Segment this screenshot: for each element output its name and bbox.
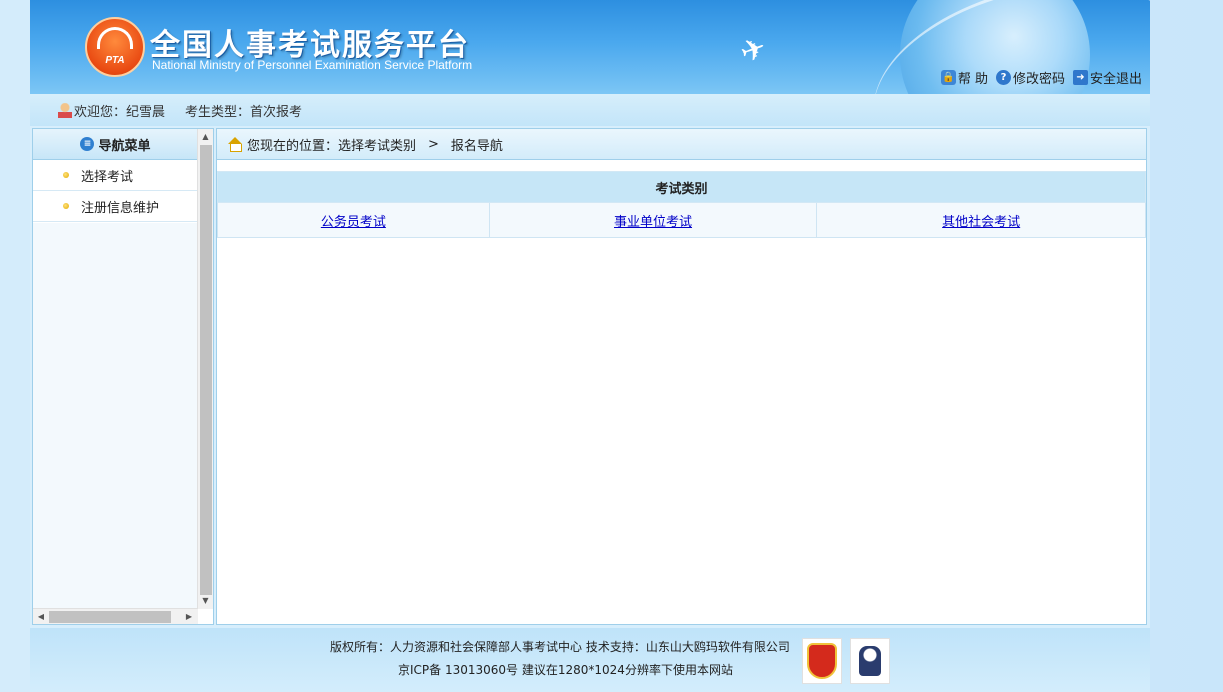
bullet-icon — [63, 172, 69, 178]
help-icon: ? — [995, 70, 1011, 85]
breadcrumb-current: 报名导航 — [450, 138, 503, 154]
scroll-thumb[interactable] — [200, 145, 212, 595]
scroll-thumb-horizontal[interactable] — [49, 611, 171, 623]
exam-category-table: 考试类别 公务员考试 事业单位考试 其他社会考试 — [217, 171, 1146, 238]
police-badge-icon[interactable] — [850, 638, 890, 684]
user-bar: 欢迎您：纪雪晨 考生类型：首次报考 — [30, 94, 1150, 126]
candidate-type: 考生类型：首次报考 — [185, 104, 303, 120]
sidebar-empty-area — [33, 223, 198, 608]
security-badge-icon[interactable] — [802, 638, 842, 684]
sidebar-horizontal-scrollbar[interactable]: ◀ ▶ — [33, 608, 198, 624]
help-link[interactable]: 🔒 帮 助 — [940, 68, 988, 87]
breadcrumb: 您现在的位置：选择考试类别 > 报名导航 — [217, 129, 1146, 160]
sidebar-vertical-scrollbar[interactable]: ▲ ▼ — [197, 129, 213, 609]
pta-logo: PTA — [85, 17, 145, 77]
copyright-text: 版权所有：人力资源和社会保障部人事考试中心 技术支持：山东山大鸥玛软件有限公司 — [330, 640, 790, 654]
other-social-exam-link[interactable]: 其他社会考试 — [942, 215, 1020, 230]
logo-text: PTA — [105, 55, 125, 66]
breadcrumb-prefix: 您现在的位置：选择考试类别 — [247, 138, 417, 154]
site-footer: 版权所有：人力资源和社会保障部人事考试中心 技术支持：山东山大鸥玛软件有限公司 … — [30, 628, 1150, 692]
site-subtitle: National Ministry of Personnel Examinati… — [152, 58, 473, 72]
menu-list-icon: ≡ — [80, 137, 95, 151]
table-header: 考试类别 — [217, 171, 1146, 203]
home-icon — [227, 137, 243, 152]
logout-link[interactable]: ➜ 安全退出 — [1072, 68, 1142, 87]
user-icon — [58, 102, 72, 118]
nav-heading: ≡ 导航菜单 — [33, 129, 198, 160]
sidebar-item-registration-info[interactable]: 注册信息维护 — [33, 191, 198, 222]
exit-icon: ➜ — [1072, 70, 1088, 85]
main-content: 您现在的位置：选择考试类别 > 报名导航 考试类别 公务员考试 事业单位考试 其… — [216, 128, 1147, 625]
welcome-text: 欢迎您：纪雪晨 — [58, 101, 165, 120]
sidebar: ≡ 导航菜单 选择考试 注册信息维护 ▲ ▼ ◀ ▶ — [32, 128, 214, 625]
scroll-up-arrow-icon[interactable]: ▲ — [198, 129, 213, 145]
site-header: ✈ PTA 全国人事考试服务平台 National Ministry of Pe… — [30, 0, 1150, 94]
scroll-left-arrow-icon[interactable]: ◀ — [33, 609, 49, 625]
civil-servant-exam-link[interactable]: 公务员考试 — [321, 215, 386, 230]
lock-icon: 🔒 — [940, 70, 956, 85]
top-links: 🔒 帮 助 ? 修改密码 ➜ 安全退出 — [940, 68, 1142, 87]
airplane-icon: ✈ — [735, 29, 772, 72]
bullet-icon — [63, 203, 69, 209]
icp-text: 京ICP备 13013060号 建议在1280*1024分辨率下使用本网站 — [398, 663, 733, 677]
table-row: 公务员考试 事业单位考试 其他社会考试 — [217, 202, 1146, 238]
sidebar-item-select-exam[interactable]: 选择考试 — [33, 160, 198, 191]
scroll-right-arrow-icon[interactable]: ▶ — [181, 609, 197, 625]
change-password-link[interactable]: ? 修改密码 — [995, 68, 1065, 87]
scroll-down-arrow-icon[interactable]: ▼ — [198, 593, 213, 609]
breadcrumb-separator: > — [428, 136, 439, 152]
public-institution-exam-link[interactable]: 事业单位考试 — [614, 215, 692, 230]
page-container: ✈ PTA 全国人事考试服务平台 National Ministry of Pe… — [30, 0, 1150, 692]
